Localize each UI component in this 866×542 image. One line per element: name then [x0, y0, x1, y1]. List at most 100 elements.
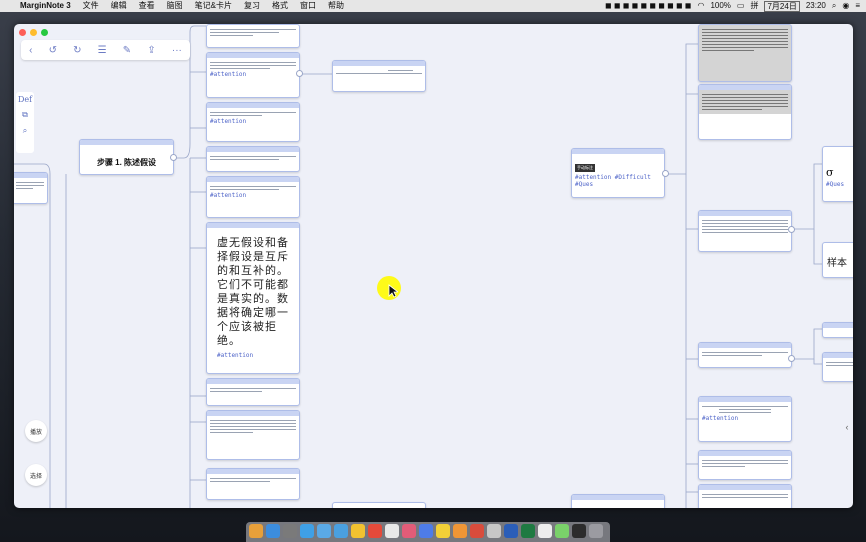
finder-icon[interactable] — [266, 524, 280, 538]
document-icon[interactable] — [538, 524, 552, 538]
play-button[interactable]: 播放 — [25, 420, 47, 442]
menu-notes-cards[interactable]: 笔记&卡片 — [195, 0, 232, 12]
mindmap-card[interactable]: 样本 — [822, 242, 853, 278]
notes-icon[interactable] — [351, 524, 365, 538]
status-icons[interactable]: ◼ ◼ ◼ ◼ ◼ ◼ ◼ ◼ ◼ ◼ — [605, 0, 691, 12]
music-icon[interactable] — [368, 524, 382, 538]
mindmap-card[interactable] — [14, 172, 48, 204]
edit-icon[interactable]: ✎ — [123, 45, 131, 56]
translate-icon[interactable]: ⧉ — [22, 110, 28, 120]
chrome-icon[interactable] — [249, 524, 263, 538]
definition-button[interactable]: Def — [18, 95, 32, 104]
menu-view[interactable]: 查看 — [139, 0, 155, 12]
mindmap-card[interactable] — [332, 60, 426, 92]
menu-bar: MarginNote 3 文件 编辑 查看 脑图 笔记&卡片 复习 格式 窗口 … — [0, 0, 866, 12]
marginnote-icon[interactable] — [419, 524, 433, 538]
menubar-time[interactable]: 23:20 — [806, 0, 826, 12]
menu-file[interactable]: 文件 — [83, 0, 99, 12]
undo-icon[interactable]: ↺ — [49, 45, 57, 56]
mindmap-card[interactable]: #attention — [206, 176, 300, 218]
stickies-icon[interactable] — [436, 524, 450, 538]
word-icon[interactable] — [504, 524, 518, 538]
mindmap-card[interactable]: σ #Ques — [822, 146, 853, 202]
mindmap-card[interactable] — [206, 410, 300, 460]
terminal-icon[interactable] — [572, 524, 586, 538]
select-button[interactable]: 选择 — [25, 464, 47, 486]
tag-attention[interactable]: #attention — [702, 415, 788, 422]
app-icon[interactable] — [470, 524, 484, 538]
root-topic-title: 步骤 1. 陈述假设 — [96, 158, 157, 167]
notification-center-icon[interactable]: ≡ — [855, 0, 860, 12]
battery-icon[interactable]: ▭ — [737, 0, 745, 12]
mindmap-card[interactable] — [822, 322, 853, 338]
share-icon[interactable]: ⇪ — [147, 45, 155, 56]
menubar-date[interactable]: 7月24日 — [764, 0, 800, 12]
tag-ques[interactable]: #Ques — [826, 181, 853, 188]
tag-ques[interactable]: #Ques — [575, 181, 661, 188]
mindmap-card[interactable] — [332, 502, 426, 508]
menu-help[interactable]: 帮助 — [328, 0, 344, 12]
mindmap-card[interactable] — [206, 24, 300, 48]
mindmap-card-scan[interactable] — [698, 24, 792, 82]
chevron-left-icon[interactable]: ‹ — [29, 45, 32, 56]
sample-label: 样本 — [827, 258, 847, 269]
tag-difficult[interactable]: #Difficult — [615, 174, 651, 181]
tag-attention[interactable]: #attention — [210, 118, 296, 125]
mindmap-card[interactable] — [698, 484, 792, 508]
menu-window[interactable]: 窗口 — [300, 0, 316, 12]
mindmap-card[interactable] — [822, 352, 853, 382]
system-preferences-icon[interactable] — [487, 524, 501, 538]
sigma-symbol: σ — [826, 166, 834, 179]
menu-app-name[interactable]: MarginNote 3 — [20, 0, 71, 12]
tag-attention[interactable]: #attention — [217, 352, 291, 359]
collapse-node-button[interactable] — [296, 70, 303, 77]
mindmap-card[interactable]: #attention — [206, 102, 300, 142]
mindmap-card[interactable]: 手动标注 #attention #Difficult #Ques — [571, 148, 665, 198]
collapse-node-button[interactable] — [170, 154, 177, 161]
siri-icon[interactable]: ◉ — [842, 0, 849, 12]
list-icon[interactable]: ☰ — [98, 45, 107, 56]
menu-edit[interactable]: 编辑 — [111, 0, 127, 12]
trash-icon[interactable] — [589, 524, 603, 538]
launchpad-icon[interactable] — [283, 524, 297, 538]
mindmap-card[interactable] — [206, 146, 300, 172]
menu-mindmap[interactable]: 脑图 — [167, 0, 183, 12]
root-topic-card[interactable]: 步骤 1. 陈述假设 — [79, 139, 174, 175]
mindmap-card[interactable]: #attention — [206, 52, 300, 98]
mindmap-card[interactable] — [698, 342, 792, 368]
mindmap-card-scan[interactable] — [698, 84, 792, 140]
minimize-window-button[interactable] — [30, 29, 37, 36]
menu-format[interactable]: 格式 — [272, 0, 288, 12]
mindmap-card[interactable] — [571, 494, 665, 508]
redo-icon[interactable]: ↻ — [73, 45, 81, 56]
collapse-node-button[interactable] — [788, 226, 795, 233]
wifi-icon[interactable]: ◠ — [697, 0, 704, 12]
excel-icon[interactable] — [521, 524, 535, 538]
calendar-icon[interactable] — [385, 524, 399, 538]
tag-attention[interactable]: #attention — [210, 192, 296, 199]
mindmap-card[interactable] — [206, 378, 300, 406]
photos-icon[interactable] — [402, 524, 416, 538]
tag-attention[interactable]: #attention — [575, 174, 611, 181]
mail-icon[interactable] — [334, 524, 348, 538]
mindmap-card-excerpt[interactable]: 虚无假设和备择假设是互斥的和互补的。它们不可能都是真实的。数据将确定哪一个应该被… — [206, 222, 300, 374]
mindmap-card[interactable]: #attention — [698, 396, 792, 442]
collapse-node-button[interactable] — [788, 355, 795, 362]
mindmap-card[interactable] — [698, 450, 792, 480]
battery-percent[interactable]: 100% — [710, 0, 730, 12]
mindmap-card[interactable] — [206, 468, 300, 500]
ibooks-icon[interactable] — [453, 524, 467, 538]
input-method[interactable]: 拼 — [750, 0, 758, 12]
safari-icon[interactable] — [300, 524, 314, 538]
close-window-button[interactable] — [19, 29, 26, 36]
search-icon[interactable]: ⌕ — [832, 0, 836, 12]
collapse-node-button[interactable] — [662, 170, 669, 177]
zoom-window-button[interactable] — [41, 29, 48, 36]
more-icon[interactable]: ··· — [172, 45, 182, 56]
app-store-icon[interactable] — [317, 524, 331, 538]
search-icon[interactable]: ⌕ — [23, 126, 27, 136]
facetime-icon[interactable] — [555, 524, 569, 538]
mindmap-card[interactable] — [698, 210, 792, 252]
menu-review[interactable]: 复习 — [244, 0, 260, 12]
tag-attention[interactable]: #attention — [210, 71, 296, 78]
